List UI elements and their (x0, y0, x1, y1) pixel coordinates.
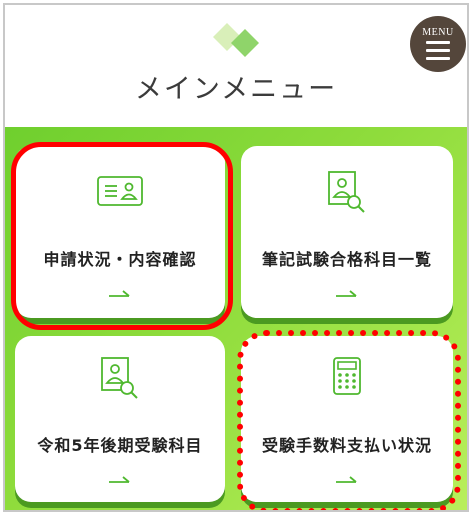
id-card-icon (97, 176, 143, 206)
card-label: 令和5年後期受験科目 (37, 436, 203, 455)
app-frame: メインメニュー MENU 申請状況・内容確認 筆記試験合格科目一覧 令和5年後期… (3, 3, 469, 512)
user-search-icon (328, 171, 365, 213)
menu-label: MENU (422, 27, 454, 38)
arrow-right-icon (109, 290, 130, 297)
user-search-icon (101, 357, 138, 399)
card-application-status[interactable]: 申請状況・内容確認 (15, 146, 225, 318)
arrow-right-icon (109, 476, 130, 483)
card-label: 受験手数料支払い状況 (261, 436, 432, 455)
card-label: 申請状況・内容確認 (43, 250, 197, 269)
header: メインメニュー MENU (5, 5, 467, 127)
diamond-logo-icon (213, 23, 259, 57)
menu-button[interactable]: MENU (410, 16, 466, 72)
arrow-right-icon (336, 290, 357, 297)
page-title: メインメニュー (134, 74, 338, 105)
card-exam-subjects[interactable]: 令和5年後期受験科目 (15, 336, 225, 502)
card-label: 筆記試験合格科目一覧 (261, 250, 432, 269)
arrow-right-icon (336, 476, 357, 483)
card-fee-payment-status[interactable]: 受験手数料支払い状況 (241, 336, 453, 502)
hamburger-icon (426, 41, 450, 61)
card-passed-subjects[interactable]: 筆記試験合格科目一覧 (241, 146, 453, 318)
calculator-icon (333, 357, 361, 395)
